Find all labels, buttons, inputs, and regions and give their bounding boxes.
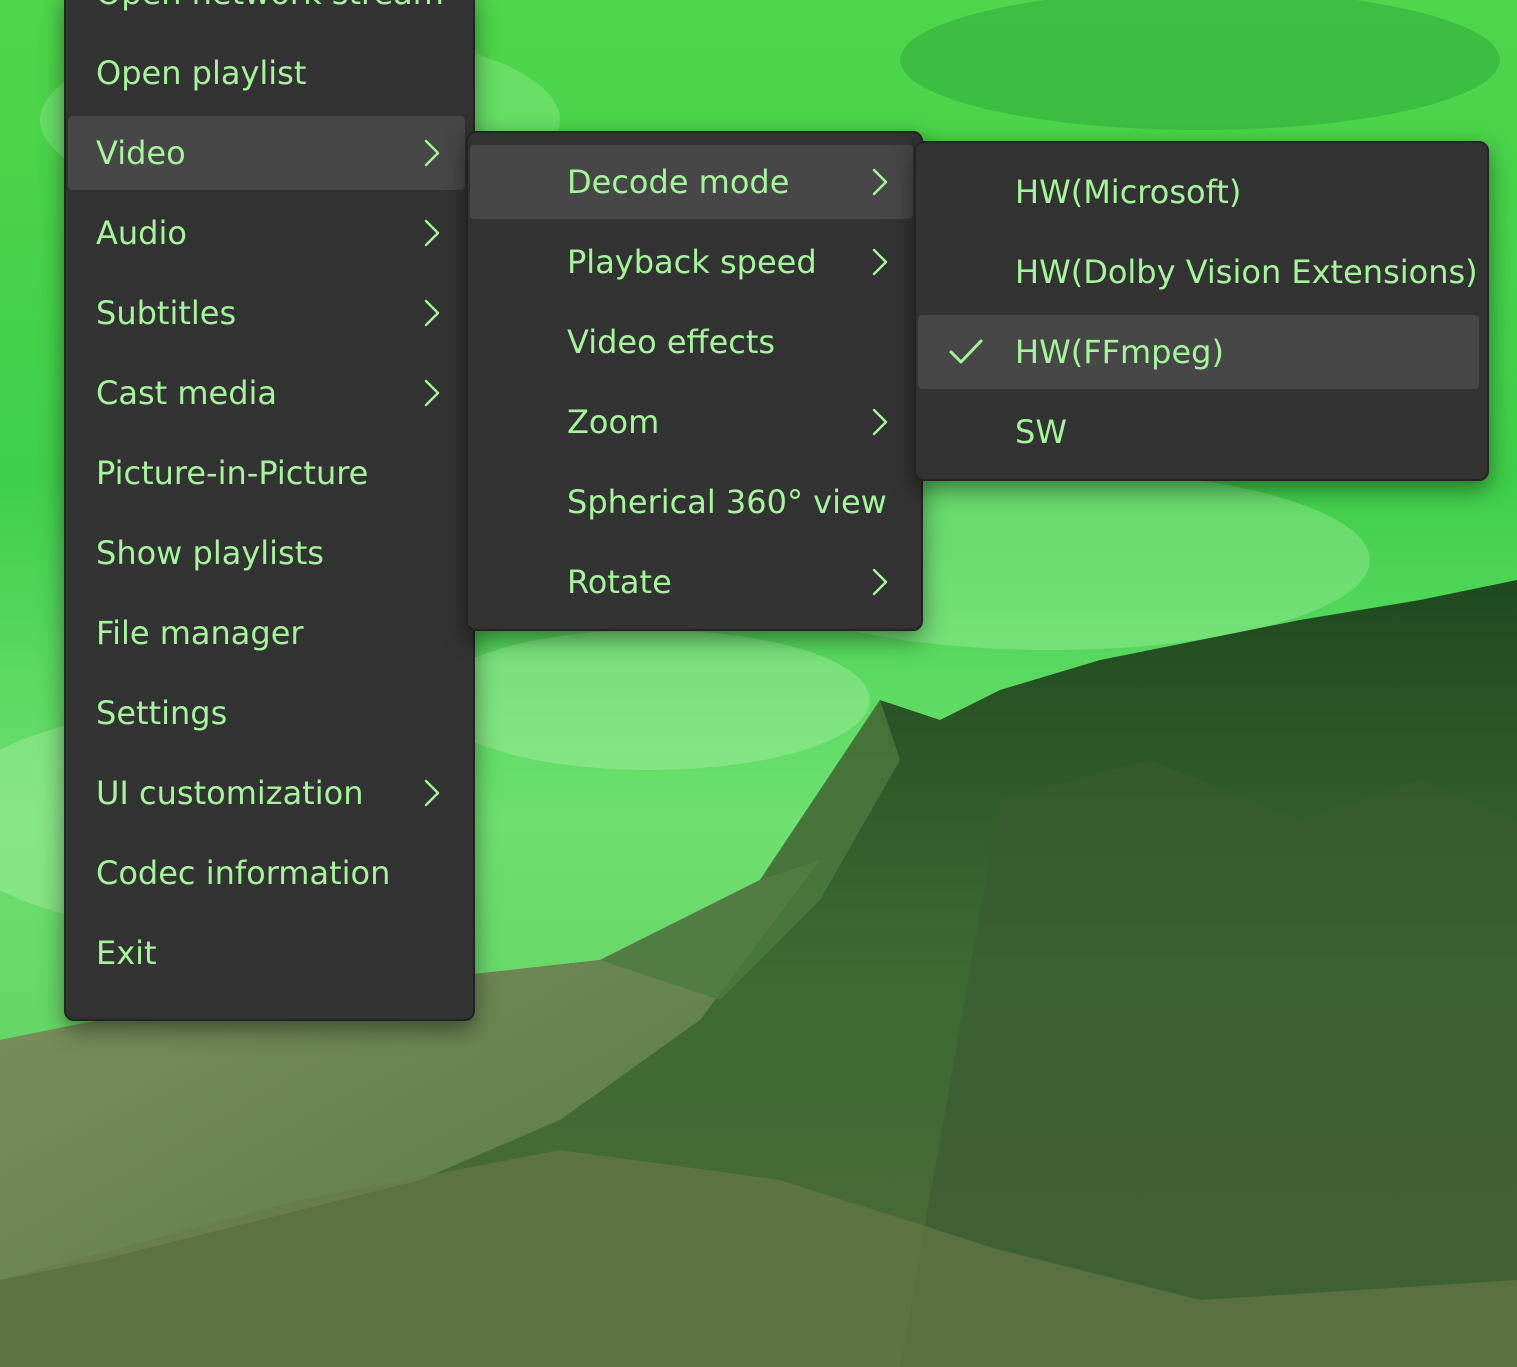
decode-mode-submenu: HW(Microsoft) HW(Dolby Vision Extensions)… bbox=[914, 141, 1489, 481]
video-menu-item-video-effects[interactable]: Video effects bbox=[470, 305, 913, 379]
video-menu-item-spherical-360-view[interactable]: Spherical 360° view bbox=[470, 465, 913, 539]
chevron-right-icon bbox=[424, 299, 440, 327]
video-menu-item-playback-speed[interactable]: Playback speed bbox=[470, 225, 913, 299]
main-menu-item-label: File manager bbox=[96, 614, 304, 652]
chevron-right-icon bbox=[872, 168, 888, 196]
video-menu-item-label: Playback speed bbox=[567, 243, 817, 281]
main-menu-item-exit[interactable]: Exit bbox=[68, 916, 465, 990]
main-menu-item-subtitles[interactable]: Subtitles bbox=[68, 276, 465, 350]
video-menu-item-rotate[interactable]: Rotate bbox=[470, 545, 913, 619]
main-menu-item-picture-in-picture[interactable]: Picture-in-Picture bbox=[68, 436, 465, 510]
main-menu-item-cast-media[interactable]: Cast media bbox=[68, 356, 465, 430]
decode-menu-item-hw-microsoft[interactable]: HW(Microsoft) bbox=[918, 155, 1479, 229]
main-menu-item-label: Show playlists bbox=[96, 534, 324, 572]
decode-menu-item-label: SW bbox=[1015, 413, 1067, 451]
main-menu-item-ui-customization[interactable]: UI customization bbox=[68, 756, 465, 830]
main-menu-item-label: Settings bbox=[96, 694, 228, 732]
main-menu-item-label: Picture-in-Picture bbox=[96, 454, 369, 492]
checkmark-icon bbox=[949, 339, 983, 364]
video-menu-item-label: Rotate bbox=[567, 563, 672, 601]
main-menu-item-video[interactable]: Video bbox=[68, 116, 465, 190]
video-menu-item-zoom[interactable]: Zoom bbox=[470, 385, 913, 459]
decode-menu-item-hw-dolby-vision-extensions[interactable]: HW(Dolby Vision Extensions) bbox=[918, 235, 1479, 309]
main-menu-item-label: Codec information bbox=[96, 854, 391, 892]
main-menu-item-label: UI customization bbox=[96, 774, 364, 812]
main-menu-item-label: Exit bbox=[96, 934, 157, 972]
chevron-right-icon bbox=[424, 139, 440, 167]
decode-menu-item-label: HW(FFmpeg) bbox=[1015, 333, 1224, 371]
main-context-menu: Open network stream Open playlist Video Aud… bbox=[64, 0, 475, 1021]
chevron-right-icon bbox=[872, 408, 888, 436]
chevron-right-icon bbox=[424, 779, 440, 807]
chevron-right-icon bbox=[424, 219, 440, 247]
main-menu-item-file-manager[interactable]: File manager bbox=[68, 596, 465, 670]
main-menu-item-open-network-stream[interactable]: Open network stream bbox=[68, 0, 465, 30]
decode-menu-item-hw-ffmpeg[interactable]: HW(FFmpeg) bbox=[918, 315, 1479, 389]
main-menu-item-show-playlists[interactable]: Show playlists bbox=[68, 516, 465, 590]
chevron-right-icon bbox=[872, 568, 888, 596]
main-menu-item-label: Subtitles bbox=[96, 294, 237, 332]
video-menu-item-decode-mode[interactable]: Decode mode bbox=[470, 145, 913, 219]
video-player-background: Open network stream Open playlist Video Aud… bbox=[0, 0, 1517, 1367]
main-menu-item-label: Cast media bbox=[96, 374, 278, 412]
decode-menu-item-sw[interactable]: SW bbox=[918, 395, 1479, 469]
video-menu-item-label: Decode mode bbox=[567, 163, 790, 201]
video-menu-item-label: Video effects bbox=[567, 323, 776, 361]
video-menu-item-label: Zoom bbox=[567, 403, 660, 441]
video-submenu: Decode mode Playback speed Video effects Zo… bbox=[466, 131, 923, 631]
decode-menu-item-label: HW(Microsoft) bbox=[1015, 173, 1242, 211]
main-menu-item-label: Open playlist bbox=[96, 54, 307, 92]
main-menu-item-label: Audio bbox=[96, 214, 187, 252]
chevron-right-icon bbox=[872, 248, 888, 276]
main-menu-item-codec-information[interactable]: Codec information bbox=[68, 836, 465, 910]
video-menu-item-label: Spherical 360° view bbox=[567, 483, 887, 521]
main-menu-item-settings[interactable]: Settings bbox=[68, 676, 465, 750]
chevron-right-icon bbox=[424, 379, 440, 407]
main-menu-item-label: Open network stream bbox=[96, 0, 444, 12]
main-menu-item-audio[interactable]: Audio bbox=[68, 196, 465, 270]
decode-menu-item-label: HW(Dolby Vision Extensions) bbox=[1015, 253, 1478, 291]
main-menu-item-label: Video bbox=[96, 134, 186, 172]
main-menu-item-open-playlist[interactable]: Open playlist bbox=[68, 36, 465, 110]
